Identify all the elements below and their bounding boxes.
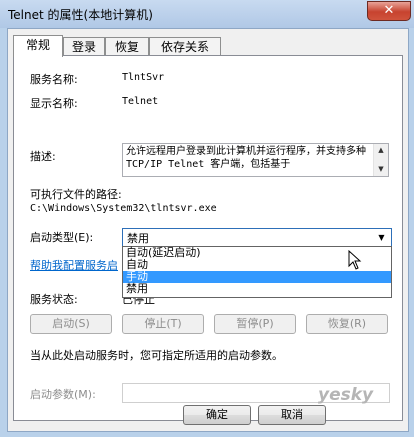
mouse-cursor-icon xyxy=(348,250,362,270)
scroll-up-icon[interactable]: ▲ xyxy=(376,145,386,155)
close-button[interactable]: ✕ xyxy=(367,1,411,21)
tab-logon[interactable]: 登录 xyxy=(63,37,105,56)
exe-path-label: 可执行文件的路径: xyxy=(30,188,122,201)
watermark-logo: yesky xyxy=(318,385,374,405)
service-status-label: 服务状态: xyxy=(30,293,78,306)
stop-button[interactable]: 停止(T) xyxy=(122,314,204,334)
pause-button[interactable]: 暂停(P) xyxy=(214,314,296,334)
help-configure-link[interactable]: 帮助我配置服务启 xyxy=(30,257,118,273)
chevron-down-icon[interactable]: ▼ xyxy=(373,229,390,246)
option-disabled[interactable]: 禁用 xyxy=(123,283,391,295)
cancel-button[interactable]: 取消 xyxy=(258,405,326,425)
startup-type-label: 启动类型(E): xyxy=(30,231,94,244)
ok-button[interactable]: 确定 xyxy=(183,405,251,425)
scroll-down-icon[interactable]: ▼ xyxy=(376,164,386,174)
tab-dependencies[interactable]: 依存关系 xyxy=(149,37,221,56)
tab-recovery[interactable]: 恢复 xyxy=(105,37,149,56)
description-box[interactable]: 允许远程用户登录到此计算机并运行程序，并支持多种 TCP/IP Telnet 客… xyxy=(122,143,389,177)
resume-button[interactable]: 恢复(R) xyxy=(306,314,388,334)
start-button[interactable]: 启动(S) xyxy=(30,314,112,334)
tab-general[interactable]: 常规 xyxy=(13,35,63,57)
description-text: 允许远程用户登录到此计算机并运行程序，并支持多种 TCP/IP Telnet 客… xyxy=(126,146,366,170)
window-title: Telnet 的属性(本地计算机) xyxy=(8,8,153,22)
dialog-client-area: 常规 登录 恢复 依存关系 服务名称: TlntSvr 显示名称: Telnet… xyxy=(7,28,409,432)
description-label: 描述: xyxy=(30,150,56,163)
startup-type-value: 禁用 xyxy=(127,232,149,245)
start-params-hint: 当从此处启动服务时，您可指定所适用的启动参数。 xyxy=(30,349,283,362)
service-name-label: 服务名称: xyxy=(30,73,78,86)
start-params-label: 启动参数(M): xyxy=(30,388,96,401)
general-tab-panel: 服务名称: TlntSvr 显示名称: Telnet 描述: 允许远程用户登录到… xyxy=(13,55,403,421)
option-manual[interactable]: 手动 xyxy=(123,271,391,283)
display-name-value: Telnet xyxy=(122,96,159,107)
service-name-value: TlntSvr xyxy=(122,72,165,83)
description-scrollbar[interactable]: ▲ ▼ xyxy=(373,144,388,176)
title-bar[interactable]: Telnet 的属性(本地计算机) ✕ xyxy=(0,0,414,28)
display-name-label: 显示名称: xyxy=(30,97,78,110)
startup-type-select[interactable]: 禁用 ▼ xyxy=(122,228,392,247)
exe-path-value: C:\Windows\System32\tlntsvr.exe xyxy=(30,203,217,214)
